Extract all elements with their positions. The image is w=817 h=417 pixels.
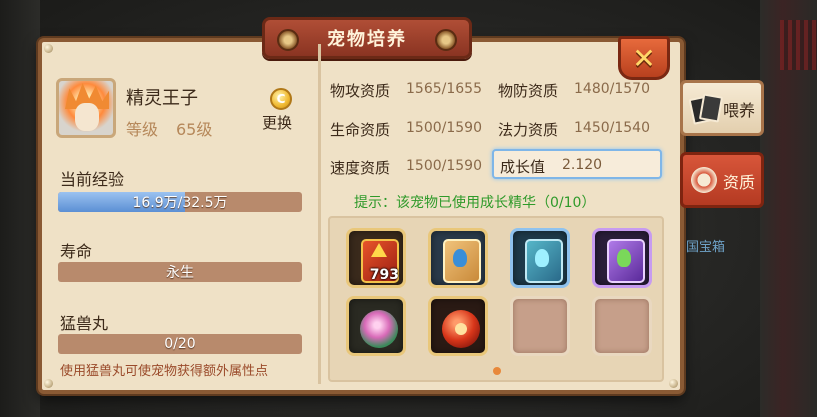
item-slot-skill-card-3[interactable]	[592, 228, 652, 288]
item-slot-skill-card-2[interactable]	[510, 228, 570, 288]
stat-value-speed: 1500/1590	[406, 158, 482, 174]
life-label: 寿命	[60, 242, 93, 261]
change-icon-glyph: C	[276, 92, 286, 106]
close-icon: ✕	[632, 41, 656, 75]
item-slot-growth-card[interactable]: 793	[346, 228, 406, 288]
pill-hint: 使用猛兽丸可使宠物获得额外属性点	[60, 364, 269, 379]
feed-tab-button[interactable]: 喂养	[680, 80, 764, 136]
title-knob-icon	[277, 29, 299, 51]
growth-label: 成长值	[500, 158, 546, 176]
item-slot-skill-card-1[interactable]	[428, 228, 488, 288]
window-title-plate: 宠物培养	[262, 17, 472, 59]
avatar-face	[75, 103, 99, 131]
pill-value: 0/20	[164, 336, 196, 352]
stat-value-health: 1500/1590	[406, 120, 482, 136]
item-slot-empty[interactable]	[510, 296, 570, 356]
aptitude-tab-button[interactable]: 资质	[680, 152, 764, 208]
item-grid: 793	[328, 216, 664, 382]
window-title: 宠物培养	[327, 29, 407, 50]
pill-label: 猛兽丸	[60, 314, 109, 333]
water-drop-icon	[617, 249, 631, 267]
aptitude-icon	[689, 165, 719, 195]
column-divider	[318, 44, 321, 384]
stat-value-mana: 1450/1540	[574, 120, 650, 136]
exp-bar: 16.9万/32.5万	[58, 192, 302, 212]
water-drop-icon	[453, 249, 467, 267]
level-value: 65级	[176, 120, 213, 139]
item-slot-paw-orb[interactable]	[428, 296, 488, 356]
aptitude-tab-label: 资质	[723, 173, 756, 192]
item-slot-empty[interactable]	[592, 296, 652, 356]
arrow-up-icon	[371, 243, 387, 257]
stat-value-physical-defense: 1480/1570	[574, 81, 650, 97]
background-decoration	[780, 20, 817, 70]
stat-label-physical-defense: 物防资质	[498, 82, 559, 100]
paw-icon	[455, 323, 467, 335]
life-bar: 永生	[58, 262, 302, 282]
item-slot-flower-orb[interactable]	[346, 296, 406, 356]
item-count: 793	[369, 267, 399, 283]
title-knob-icon	[435, 29, 457, 51]
rivet-icon	[669, 379, 678, 388]
feed-card-icon	[688, 93, 724, 125]
rivet-icon	[44, 44, 53, 53]
exp-value: 16.9万/32.5万	[132, 195, 228, 211]
growth-essence-hint: 提示：该宠物已使用成长精华（0/10）	[354, 195, 596, 211]
pet-avatar[interactable]	[56, 78, 116, 138]
change-pet-icon[interactable]: C	[270, 88, 292, 110]
level-label: 等级	[126, 120, 159, 139]
background-treasure-label: 国宝箱	[686, 240, 726, 255]
page-indicator-dot[interactable]	[493, 367, 501, 375]
growth-value-field[interactable]: 成长值 2.120	[492, 149, 662, 179]
stat-value-physical-attack: 1565/1655	[406, 81, 482, 97]
pet-info-column: 精灵王子 等级 65级 C 更换 当前经验 16.9万/32.5万 寿命 永生 …	[48, 64, 314, 384]
stat-label-physical-attack: 物攻资质	[330, 82, 391, 100]
growth-value: 2.120	[562, 157, 603, 173]
change-pet-button[interactable]: 更换	[262, 112, 292, 133]
pill-bar: 0/20	[58, 334, 302, 354]
stat-label-health: 生命资质	[330, 121, 391, 139]
close-button[interactable]: ✕	[618, 36, 670, 80]
feed-tab-label: 喂养	[723, 101, 756, 120]
water-drop-icon	[535, 249, 549, 267]
flower-orb-icon	[360, 310, 398, 348]
stat-label-mana: 法力资质	[498, 121, 559, 139]
life-value: 永生	[166, 265, 194, 281]
exp-label: 当前经验	[60, 170, 125, 189]
stat-label-speed: 速度资质	[330, 159, 391, 177]
pet-name: 精灵王子	[126, 88, 198, 109]
background-left	[0, 0, 40, 417]
